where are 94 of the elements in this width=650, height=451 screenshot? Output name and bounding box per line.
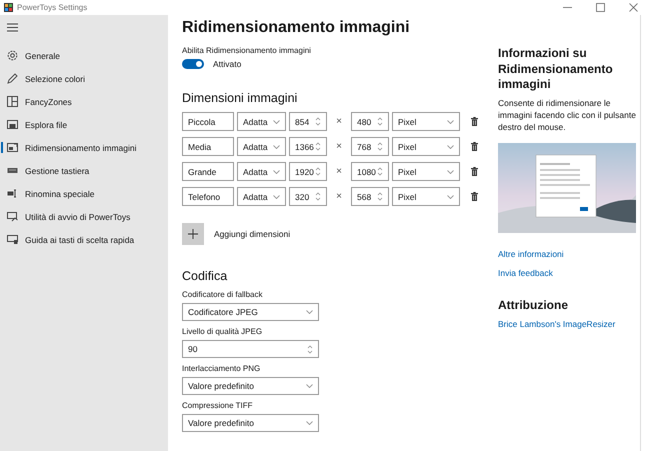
app-logo-icon [4, 3, 13, 12]
fit-dropdown[interactable]: Adatta [237, 187, 286, 206]
dropdown[interactable]: Valore predefinito [182, 414, 319, 432]
spinner-icon [377, 142, 383, 151]
chevron-down-icon [447, 144, 454, 148]
trash-icon[interactable] [471, 117, 478, 126]
chevron-down-icon [273, 120, 280, 124]
width-field[interactable]: 854 [289, 112, 327, 131]
height-field[interactable]: 768 [351, 137, 389, 156]
name-field[interactable]: Media [182, 137, 234, 156]
chevron-down-icon [447, 194, 454, 198]
width-field[interactable]: 320 [289, 187, 327, 206]
info-description: Consente di ridimensionare le immagini facendo clic con il pulsante destro del mouse. [498, 98, 637, 134]
height-field[interactable]: 568 [351, 187, 389, 206]
height-field[interactable]: 1080 [351, 162, 389, 181]
maximize-icon[interactable] [596, 3, 605, 12]
window-title: PowerToys Settings [17, 3, 88, 12]
spinner-icon [377, 192, 383, 201]
sidebar-item[interactable]: Gestione tastiera [0, 159, 168, 182]
trash-icon[interactable] [471, 167, 478, 176]
nav-icon [7, 142, 18, 153]
sidebar-item[interactable]: Utilità di avvio di PowerToys [0, 205, 168, 228]
dropdown[interactable]: Valore predefinito [182, 377, 319, 395]
spinner-icon [307, 344, 313, 354]
link[interactable]: Altre informazioni [498, 249, 640, 260]
width-field[interactable]: 1920 [289, 162, 327, 181]
toggle-state: Attivato [213, 59, 242, 69]
times-sign: × [335, 166, 343, 177]
attribution-link[interactable]: Brice Lambson's ImageResizer [498, 319, 640, 330]
sidebar-item[interactable]: Esplora file [0, 113, 168, 136]
nav-icon [7, 165, 18, 176]
add-size-button[interactable] [182, 223, 204, 245]
close-icon[interactable] [629, 3, 638, 12]
spinner-icon [377, 167, 383, 176]
nav-icon [7, 188, 18, 199]
sidebar-item[interactable]: Ridimensionamento immagini [0, 136, 168, 159]
chevron-down-icon [447, 170, 454, 174]
name-field[interactable]: Telefono [182, 187, 234, 206]
chevron-down-icon [273, 194, 280, 198]
spinner-icon [315, 117, 321, 126]
number-field[interactable]: 90 [182, 340, 319, 358]
section-heading: Codifica [182, 269, 228, 283]
plus-icon [188, 229, 198, 239]
section-heading: Dimensioni immagini [182, 91, 298, 105]
times-sign: × [335, 191, 343, 202]
chevron-down-icon [306, 421, 313, 425]
sidebar-item[interactable]: Generale [0, 44, 168, 67]
nav-icon [7, 73, 18, 84]
nav-icon [7, 119, 18, 130]
spinner-icon [377, 117, 383, 126]
height-field[interactable]: 480 [351, 112, 389, 131]
sidebar-item[interactable]: FancyZones [0, 90, 168, 113]
unit-dropdown[interactable]: Pixel [392, 137, 460, 156]
menu-icon[interactable] [7, 23, 18, 32]
add-size-label[interactable]: Aggiungi dimensioni [214, 229, 290, 239]
nav-icon [7, 211, 18, 222]
nav-icon [7, 50, 18, 61]
nav-icon [7, 234, 18, 245]
chevron-down-icon [306, 384, 313, 388]
sidebar-item[interactable]: Guida ai tasti di scelta rapida [0, 228, 168, 251]
width-field[interactable]: 1366 [289, 137, 327, 156]
field-label: Codificatore di fallback [182, 290, 264, 299]
unit-dropdown[interactable]: Pixel [392, 162, 460, 181]
toggle-switch[interactable] [182, 59, 204, 69]
info-title: Informazioni su Ridimensionamento immagini [498, 46, 614, 93]
field-label: Interlacciamento PNG [182, 364, 262, 373]
spinner-icon [315, 192, 321, 201]
trash-icon[interactable] [471, 192, 478, 201]
name-field[interactable]: Piccola [182, 112, 234, 131]
chevron-down-icon [273, 170, 280, 174]
fit-dropdown[interactable]: Adatta [237, 137, 286, 156]
page-title: Ridimensionamento immagini [182, 19, 411, 37]
dropdown[interactable]: Codificatore JPEG [182, 303, 319, 321]
nav-icon [7, 96, 18, 107]
spinner-icon [315, 167, 321, 176]
sidebar-item[interactable]: Rinomina speciale [0, 182, 168, 205]
spinner-icon [315, 142, 321, 151]
fit-dropdown[interactable]: Adatta [237, 112, 286, 131]
name-field[interactable]: Grande [182, 162, 234, 181]
unit-dropdown[interactable]: Pixel [392, 112, 460, 131]
times-sign: × [335, 141, 343, 152]
chevron-down-icon [447, 120, 454, 124]
field-label: Livello di qualità JPEG [182, 327, 264, 336]
fit-dropdown[interactable]: Adatta [237, 162, 286, 181]
link[interactable]: Invia feedback [498, 268, 640, 278]
chevron-down-icon [273, 144, 280, 148]
field-label: Compressione TIFF [182, 401, 254, 410]
attribution-heading: Attribuzione [498, 298, 569, 314]
chevron-down-icon [306, 310, 313, 314]
sidebar-item[interactable]: Selezione colori [0, 67, 168, 90]
unit-dropdown[interactable]: Pixel [392, 187, 460, 206]
trash-icon[interactable] [471, 142, 478, 151]
toggle-label: Abilita Ridimensionamento immagini [182, 46, 312, 55]
times-sign: × [335, 116, 343, 127]
